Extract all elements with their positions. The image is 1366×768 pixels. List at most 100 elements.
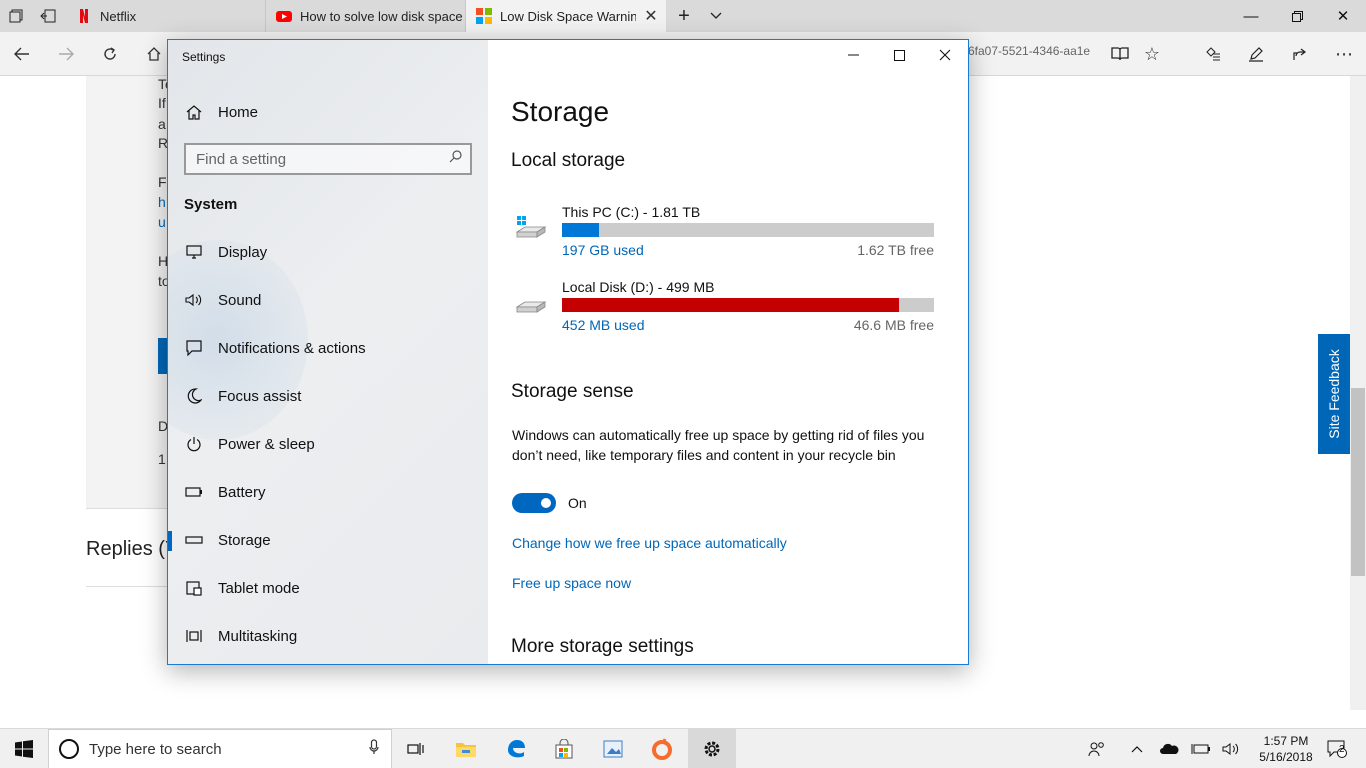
nav-item-battery[interactable]: Battery xyxy=(168,472,488,512)
tab-title: Netflix xyxy=(100,8,137,24)
nav-item-focus-assist[interactable]: Focus assist xyxy=(168,376,488,416)
drive-free-label: 1.62 TB free xyxy=(857,242,934,258)
nav-item-power-sleep[interactable]: Power & sleep xyxy=(168,424,488,464)
tab-low-disk-space[interactable]: Low Disk Space Warning ✕ xyxy=(466,0,666,32)
free-up-space-now-link[interactable]: Free up space now xyxy=(512,575,631,591)
battery-tray-icon[interactable] xyxy=(1188,729,1214,768)
set-tabs-aside-icon[interactable] xyxy=(32,0,64,32)
start-button[interactable] xyxy=(0,729,48,768)
drive-name: Local Disk (D:) - 499 MB xyxy=(562,279,715,295)
share-icon[interactable] xyxy=(1278,32,1322,76)
edge-icon[interactable] xyxy=(492,729,540,768)
favorite-star-icon[interactable]: ☆ xyxy=(1130,32,1174,76)
settings-gear-icon[interactable] xyxy=(688,729,736,768)
notification-count-badge: 2 xyxy=(1339,744,1345,755)
chevron-down-icon[interactable] xyxy=(700,0,732,32)
nav-home-label: Home xyxy=(218,103,259,121)
nav-item-label: Focus assist xyxy=(218,387,302,405)
nav-item-tablet-mode[interactable]: Tablet mode xyxy=(168,568,488,608)
nav-item-display[interactable]: Display xyxy=(168,232,488,272)
browser-close-icon[interactable]: ✕ xyxy=(1320,0,1366,32)
link-fragment[interactable]: h xyxy=(158,194,166,210)
tab-youtube[interactable]: How to solve low disk space xyxy=(266,0,466,32)
home-icon xyxy=(184,104,204,120)
taskbar: Type here to search 1:57 PM 5/16/2018 2 xyxy=(0,728,1366,768)
find-setting-input[interactable]: Find a setting xyxy=(184,143,472,175)
nav-item-multitasking[interactable]: Multitasking xyxy=(168,616,488,656)
browser-tab-bar: Netflix How to solve low disk space Low … xyxy=(0,0,1366,32)
action-center-icon[interactable]: 2 xyxy=(1322,729,1352,768)
storage-sense-heading: Storage sense xyxy=(511,381,634,402)
page-title: Storage xyxy=(511,96,610,127)
storage-icon xyxy=(184,536,204,544)
battery-icon xyxy=(184,487,204,497)
drive-usage-fill xyxy=(562,223,600,237)
clock[interactable]: 1:57 PM 5/16/2018 xyxy=(1250,733,1322,765)
nav-item-label: Storage xyxy=(218,531,271,549)
section-heading-system: System xyxy=(184,196,238,213)
people-icon[interactable] xyxy=(1084,729,1110,768)
file-explorer-icon[interactable] xyxy=(442,729,490,768)
text-fragment: 1 xyxy=(158,451,166,467)
clock-date: 5/16/2018 xyxy=(1259,750,1313,764)
display-icon xyxy=(184,245,204,259)
browser-restore-icon[interactable] xyxy=(1274,0,1320,32)
window-title: Settings xyxy=(182,50,226,64)
drive-d[interactable]: Local Disk (D:) - 499 MB 452 MB used 46.… xyxy=(511,279,941,339)
nav-item-label: Tablet mode xyxy=(218,579,300,597)
more-icon[interactable]: ⋯ xyxy=(1322,32,1366,76)
change-free-space-link[interactable]: Change how we free up space automaticall… xyxy=(512,535,787,551)
nav-item-notifications[interactable]: Notifications & actions xyxy=(168,328,488,368)
browser-minimize-icon[interactable]: — xyxy=(1228,0,1274,32)
store-icon[interactable] xyxy=(540,729,588,768)
find-setting-placeholder: Find a setting xyxy=(196,150,287,168)
tab-manager-icon[interactable] xyxy=(0,0,32,32)
taskbar-search-box[interactable]: Type here to search xyxy=(48,729,392,768)
tab-title: Low Disk Space Warning xyxy=(500,8,636,24)
drive-c[interactable]: This PC (C:) - 1.81 TB 197 GB used 1.62 … xyxy=(511,204,941,264)
sound-icon xyxy=(184,293,204,307)
nav-item-label: Multitasking xyxy=(218,627,298,645)
link-fragment[interactable]: u xyxy=(158,214,166,230)
notifications-icon xyxy=(184,340,204,356)
toggle-knob xyxy=(541,498,551,508)
task-view-icon[interactable] xyxy=(392,729,440,768)
nav-item-sound[interactable]: Sound xyxy=(168,280,488,320)
drive-usage-bar xyxy=(562,223,934,237)
microphone-icon[interactable] xyxy=(369,739,379,759)
settings-content: Storage Local storage This PC (C:) - 1.8… xyxy=(488,40,968,664)
forward-icon[interactable] xyxy=(44,32,88,76)
back-icon[interactable] xyxy=(0,32,44,76)
photos-app-icon[interactable] xyxy=(589,729,637,768)
taskbar-search-placeholder: Type here to search xyxy=(89,740,222,758)
drive-used-label: 197 GB used xyxy=(562,242,644,258)
scrollbar-thumb[interactable] xyxy=(1351,388,1365,576)
page-scrollbar[interactable] xyxy=(1350,76,1366,710)
nav-item-label: Display xyxy=(218,243,268,261)
hub-icon[interactable] xyxy=(1190,32,1234,76)
site-feedback-label: Site Feedback xyxy=(1326,349,1342,439)
youtube-icon xyxy=(276,8,292,24)
onedrive-icon[interactable] xyxy=(1156,729,1182,768)
tab-netflix[interactable]: Netflix xyxy=(66,0,266,32)
new-tab-icon[interactable]: + xyxy=(668,0,700,32)
drive-icon xyxy=(515,289,547,317)
nav-home[interactable]: Home xyxy=(168,100,488,124)
nav-item-label: Sound xyxy=(218,291,262,309)
storage-sense-toggle[interactable] xyxy=(512,493,556,513)
multitasking-icon xyxy=(184,629,204,643)
site-feedback-button[interactable]: Site Feedback xyxy=(1318,334,1350,454)
pen-icon[interactable] xyxy=(1234,32,1278,76)
toggle-state-label: On xyxy=(568,495,587,511)
nav-item-label: Power & sleep xyxy=(218,435,315,453)
refresh-icon[interactable] xyxy=(88,32,132,76)
show-hidden-icons-chevron-icon[interactable] xyxy=(1124,729,1150,768)
nav-item-storage[interactable]: Storage xyxy=(168,520,488,560)
replies-heading: Replies (7 xyxy=(86,538,177,560)
origin-icon[interactable] xyxy=(638,729,686,768)
volume-icon[interactable] xyxy=(1218,729,1244,768)
tab-title: How to solve low disk space xyxy=(300,8,463,24)
address-bar-url[interactable]: 6fa07-5521-4346-aa1e xyxy=(968,44,1102,58)
close-tab-icon[interactable]: ✕ xyxy=(636,6,666,26)
drive-used-label: 452 MB used xyxy=(562,317,645,333)
